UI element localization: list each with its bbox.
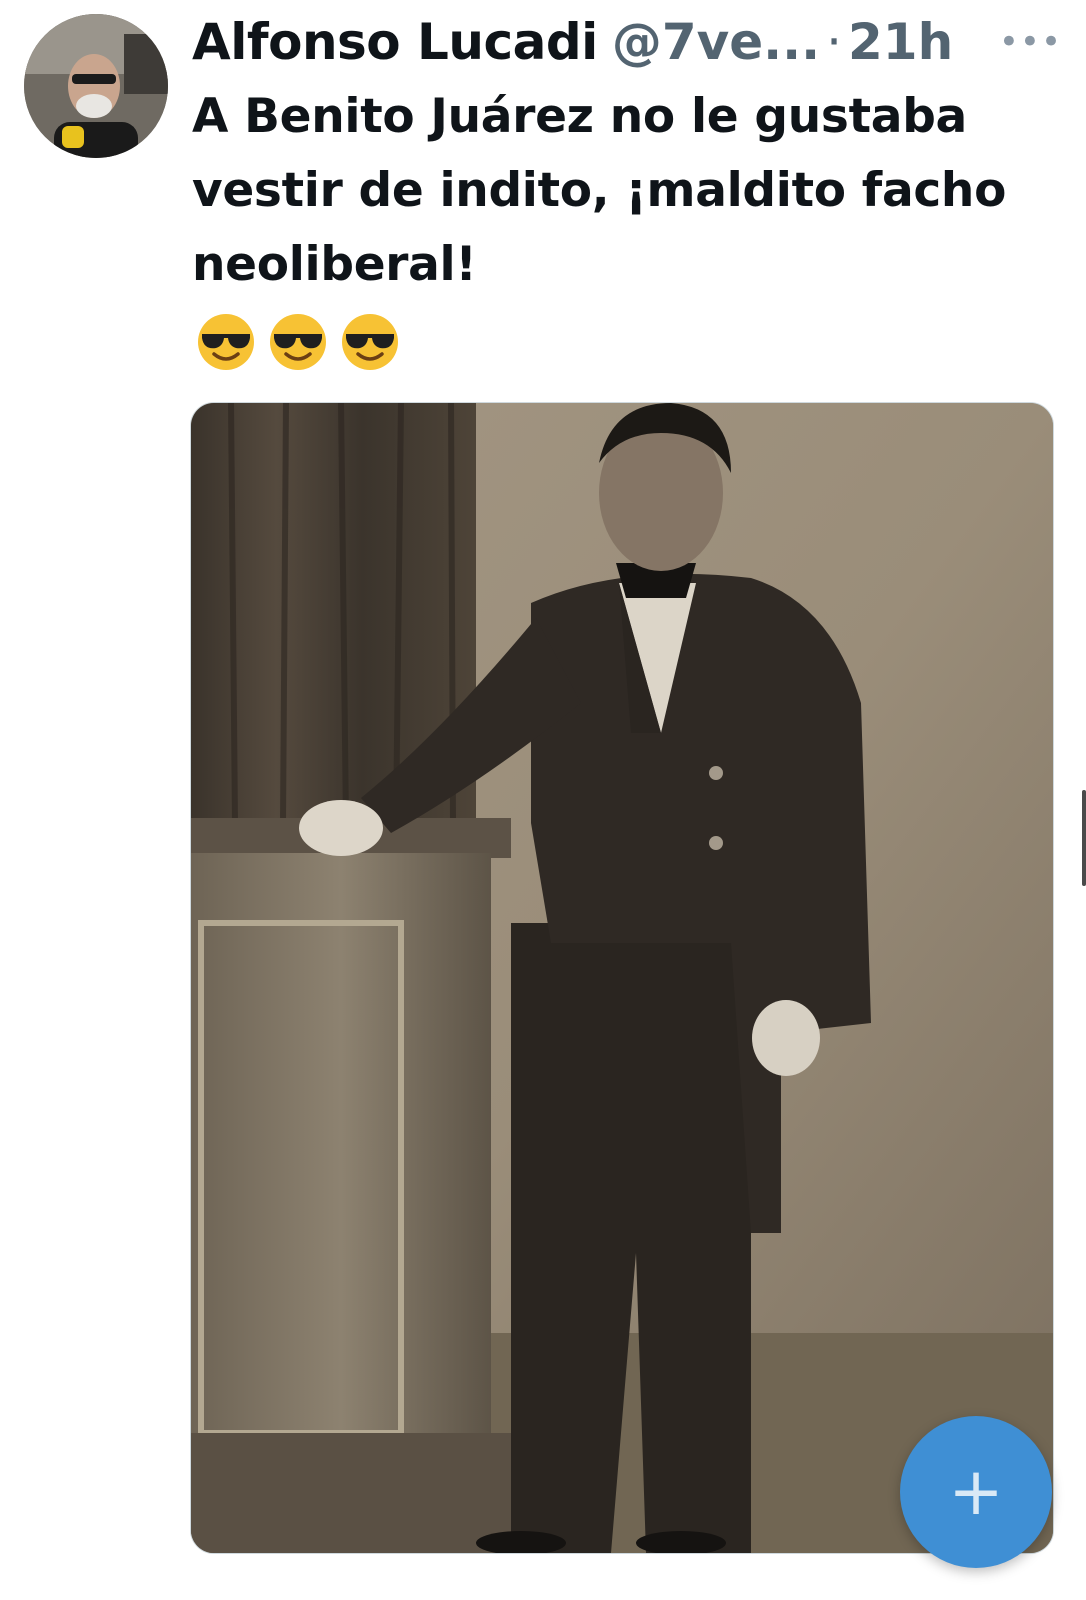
post-header: Alfonso Lucadi @7ve... · 21h	[192, 8, 1066, 76]
portrait-photo	[191, 403, 1053, 1553]
compose-button[interactable]: +	[900, 1416, 1052, 1568]
scrollbar[interactable]	[1082, 790, 1086, 886]
sunglasses-emoji-icon	[198, 314, 254, 370]
author-name[interactable]: Alfonso Lucadi	[192, 13, 598, 71]
avatar-image	[24, 14, 168, 158]
header-separator: ·	[826, 13, 843, 71]
post-timestamp[interactable]: 21h	[848, 13, 953, 71]
post-text: A Benito Juárez no le gustaba vestir de …	[192, 89, 1007, 292]
ellipsis-icon[interactable]: •••	[999, 22, 1062, 62]
emoji-row	[196, 312, 400, 372]
author-handle[interactable]: @7ve...	[612, 13, 820, 71]
sunglasses-emoji-icon	[270, 314, 326, 370]
sunglasses-emoji-icon	[342, 314, 398, 370]
plus-icon: +	[948, 1453, 1004, 1530]
post-image[interactable]	[190, 402, 1054, 1554]
author-avatar[interactable]	[24, 14, 168, 158]
